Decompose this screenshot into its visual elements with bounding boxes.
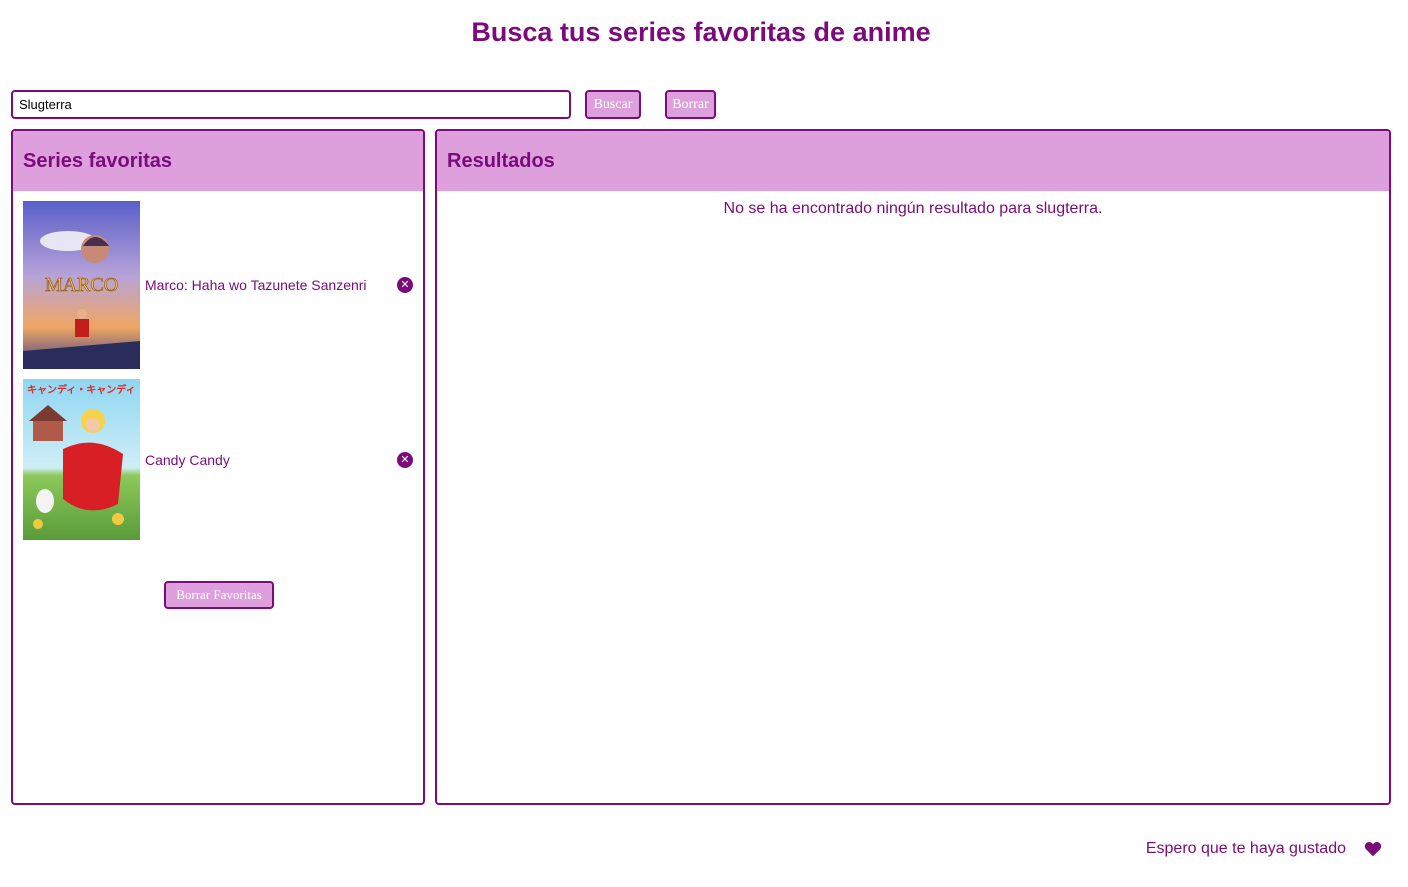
search-input[interactable] (11, 90, 571, 119)
search-button[interactable]: Buscar (585, 90, 641, 119)
favorite-name: Candy Candy (145, 451, 230, 468)
favorites-panel: Series favoritas MARCO Marco: Haha wo Ta… (11, 129, 425, 805)
no-results-message: No se ha encontrado ningún resultado par… (723, 200, 1103, 217)
marco-poster-text: MARCO (45, 274, 118, 296)
page-title: Busca tus series favoritas de anime (471, 17, 931, 47)
candy-poster-image: キャンディ・キャンディ (23, 379, 140, 540)
candy-poster-text: キャンディ・キャンディ (27, 383, 136, 396)
favorite-item: MARCO Marco: Haha wo Tazunete Sanzenri ✕ (23, 201, 413, 369)
clear-favorites-button[interactable]: Borrar Favoritas (164, 581, 274, 609)
remove-favorite-icon[interactable]: ✕ (397, 451, 413, 468)
remove-favorite-icon[interactable]: ✕ (397, 277, 413, 293)
favorites-list: MARCO Marco: Haha wo Tazunete Sanzenri ✕ (13, 191, 423, 540)
footer-text: Espero que te haya gustado (1145, 840, 1346, 857)
results-title: Resultados (437, 131, 1389, 191)
favorite-item: キャンディ・キャンディ Candy Candy ✕ (23, 379, 413, 540)
clear-button[interactable]: Borrar (665, 90, 716, 119)
footer: Espero que te haya gustado (0, 840, 1382, 858)
favorites-title: Series favoritas (13, 131, 423, 191)
marco-poster-image: MARCO (23, 201, 140, 369)
results-panel: Resultados No se ha encontrado ningún re… (435, 129, 1391, 805)
favorite-name: Marco: Haha wo Tazunete Sanzenri (145, 277, 367, 293)
heart-icon (1364, 842, 1382, 857)
